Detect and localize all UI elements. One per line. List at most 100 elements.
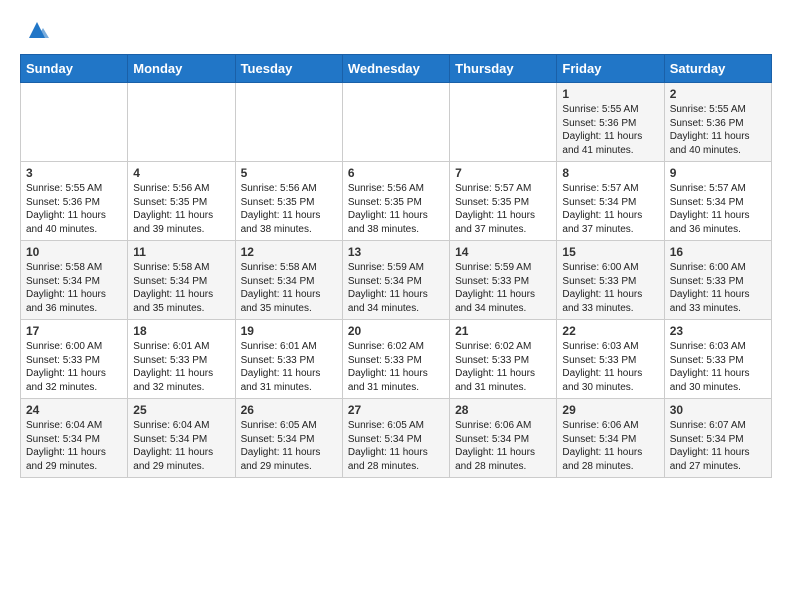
day-number: 23 <box>670 324 766 338</box>
week-row-2: 10 Sunrise: 5:58 AM Sunset: 5:34 PM Dayli… <box>21 241 772 320</box>
calendar-cell <box>450 83 557 162</box>
day-number: 15 <box>562 245 658 259</box>
day-number: 13 <box>348 245 444 259</box>
day-number: 14 <box>455 245 551 259</box>
week-row-4: 24 Sunrise: 6:04 AM Sunset: 5:34 PM Dayli… <box>21 399 772 478</box>
cell-info: Sunrise: 6:01 AM Sunset: 5:33 PM Dayligh… <box>241 340 337 394</box>
calendar-cell: 2 Sunrise: 5:55 AM Sunset: 5:36 PM Daylig… <box>664 83 771 162</box>
calendar-cell: 26 Sunrise: 6:05 AM Sunset: 5:34 PM Dayli… <box>235 399 342 478</box>
weekday-header-saturday: Saturday <box>664 55 771 83</box>
cell-info: Sunrise: 6:03 AM Sunset: 5:33 PM Dayligh… <box>670 340 766 394</box>
day-number: 17 <box>26 324 122 338</box>
cell-info: Sunrise: 6:04 AM Sunset: 5:34 PM Dayligh… <box>133 419 229 473</box>
calendar-cell: 25 Sunrise: 6:04 AM Sunset: 5:34 PM Dayli… <box>128 399 235 478</box>
cell-info: Sunrise: 5:57 AM Sunset: 5:35 PM Dayligh… <box>455 182 551 236</box>
weekday-header-row: SundayMondayTuesdayWednesdayThursdayFrid… <box>21 55 772 83</box>
cell-info: Sunrise: 5:56 AM Sunset: 5:35 PM Dayligh… <box>133 182 229 236</box>
cell-info: Sunrise: 6:02 AM Sunset: 5:33 PM Dayligh… <box>455 340 551 394</box>
weekday-header-tuesday: Tuesday <box>235 55 342 83</box>
cell-info: Sunrise: 6:00 AM Sunset: 5:33 PM Dayligh… <box>26 340 122 394</box>
weekday-header-sunday: Sunday <box>21 55 128 83</box>
day-number: 19 <box>241 324 337 338</box>
cell-info: Sunrise: 6:05 AM Sunset: 5:34 PM Dayligh… <box>241 419 337 473</box>
calendar-cell: 5 Sunrise: 5:56 AM Sunset: 5:35 PM Daylig… <box>235 162 342 241</box>
header <box>20 16 772 44</box>
cell-info: Sunrise: 5:58 AM Sunset: 5:34 PM Dayligh… <box>241 261 337 315</box>
logo <box>20 16 51 44</box>
calendar-cell: 21 Sunrise: 6:02 AM Sunset: 5:33 PM Dayli… <box>450 320 557 399</box>
week-row-0: 1 Sunrise: 5:55 AM Sunset: 5:36 PM Daylig… <box>21 83 772 162</box>
cell-info: Sunrise: 6:07 AM Sunset: 5:34 PM Dayligh… <box>670 419 766 473</box>
calendar-cell: 4 Sunrise: 5:56 AM Sunset: 5:35 PM Daylig… <box>128 162 235 241</box>
weekday-header-friday: Friday <box>557 55 664 83</box>
cell-info: Sunrise: 6:00 AM Sunset: 5:33 PM Dayligh… <box>562 261 658 315</box>
cell-info: Sunrise: 6:04 AM Sunset: 5:34 PM Dayligh… <box>26 419 122 473</box>
cell-info: Sunrise: 5:55 AM Sunset: 5:36 PM Dayligh… <box>562 103 658 157</box>
calendar-cell <box>128 83 235 162</box>
day-number: 3 <box>26 166 122 180</box>
week-row-1: 3Sunrise: 5:55 AM Sunset: 5:36 PM Daylig… <box>21 162 772 241</box>
cell-info: Sunrise: 5:58 AM Sunset: 5:34 PM Dayligh… <box>26 261 122 315</box>
day-number: 11 <box>133 245 229 259</box>
day-number: 2 <box>670 87 766 101</box>
calendar-cell: 12 Sunrise: 5:58 AM Sunset: 5:34 PM Dayli… <box>235 241 342 320</box>
calendar-cell: 23 Sunrise: 6:03 AM Sunset: 5:33 PM Dayli… <box>664 320 771 399</box>
cell-info: Sunrise: 6:05 AM Sunset: 5:34 PM Dayligh… <box>348 419 444 473</box>
weekday-header-monday: Monday <box>128 55 235 83</box>
calendar-cell: 27 Sunrise: 6:05 AM Sunset: 5:34 PM Dayli… <box>342 399 449 478</box>
day-number: 10 <box>26 245 122 259</box>
cell-info: Sunrise: 5:57 AM Sunset: 5:34 PM Dayligh… <box>670 182 766 236</box>
calendar-cell <box>235 83 342 162</box>
day-number: 27 <box>348 403 444 417</box>
calendar-cell: 18 Sunrise: 6:01 AM Sunset: 5:33 PM Dayli… <box>128 320 235 399</box>
day-number: 22 <box>562 324 658 338</box>
day-number: 7 <box>455 166 551 180</box>
cell-info: Sunrise: 5:55 AM Sunset: 5:36 PM Dayligh… <box>670 103 766 157</box>
calendar-cell: 3Sunrise: 5:55 AM Sunset: 5:36 PM Daylig… <box>21 162 128 241</box>
calendar-cell: 13 Sunrise: 5:59 AM Sunset: 5:34 PM Dayli… <box>342 241 449 320</box>
cell-info: Sunrise: 6:00 AM Sunset: 5:33 PM Dayligh… <box>670 261 766 315</box>
calendar-cell: 17 Sunrise: 6:00 AM Sunset: 5:33 PM Dayli… <box>21 320 128 399</box>
day-number: 16 <box>670 245 766 259</box>
day-number: 29 <box>562 403 658 417</box>
day-number: 26 <box>241 403 337 417</box>
day-number: 1 <box>562 87 658 101</box>
calendar-cell: 11 Sunrise: 5:58 AM Sunset: 5:34 PM Dayli… <box>128 241 235 320</box>
cell-info: Sunrise: 5:59 AM Sunset: 5:34 PM Dayligh… <box>348 261 444 315</box>
day-number: 30 <box>670 403 766 417</box>
calendar-cell: 14Sunrise: 5:59 AM Sunset: 5:33 PM Dayli… <box>450 241 557 320</box>
cell-info: Sunrise: 5:57 AM Sunset: 5:34 PM Dayligh… <box>562 182 658 236</box>
day-number: 6 <box>348 166 444 180</box>
calendar-cell: 29 Sunrise: 6:06 AM Sunset: 5:34 PM Dayli… <box>557 399 664 478</box>
day-number: 5 <box>241 166 337 180</box>
cell-info: Sunrise: 5:56 AM Sunset: 5:35 PM Dayligh… <box>241 182 337 236</box>
day-number: 9 <box>670 166 766 180</box>
calendar: SundayMondayTuesdayWednesdayThursdayFrid… <box>20 54 772 478</box>
calendar-cell: 10 Sunrise: 5:58 AM Sunset: 5:34 PM Dayli… <box>21 241 128 320</box>
calendar-cell: 9 Sunrise: 5:57 AM Sunset: 5:34 PM Daylig… <box>664 162 771 241</box>
cell-info: Sunrise: 6:01 AM Sunset: 5:33 PM Dayligh… <box>133 340 229 394</box>
cell-info: Sunrise: 5:56 AM Sunset: 5:35 PM Dayligh… <box>348 182 444 236</box>
calendar-cell: 6 Sunrise: 5:56 AM Sunset: 5:35 PM Daylig… <box>342 162 449 241</box>
calendar-cell: 20 Sunrise: 6:02 AM Sunset: 5:33 PM Dayli… <box>342 320 449 399</box>
calendar-cell: 19 Sunrise: 6:01 AM Sunset: 5:33 PM Dayli… <box>235 320 342 399</box>
day-number: 24 <box>26 403 122 417</box>
page: SundayMondayTuesdayWednesdayThursdayFrid… <box>0 0 792 488</box>
cell-info: Sunrise: 6:06 AM Sunset: 5:34 PM Dayligh… <box>562 419 658 473</box>
day-number: 18 <box>133 324 229 338</box>
weekday-header-thursday: Thursday <box>450 55 557 83</box>
day-number: 12 <box>241 245 337 259</box>
weekday-header-wednesday: Wednesday <box>342 55 449 83</box>
cell-info: Sunrise: 6:02 AM Sunset: 5:33 PM Dayligh… <box>348 340 444 394</box>
day-number: 4 <box>133 166 229 180</box>
calendar-cell <box>21 83 128 162</box>
calendar-cell <box>342 83 449 162</box>
day-number: 20 <box>348 324 444 338</box>
calendar-cell: 7 Sunrise: 5:57 AM Sunset: 5:35 PM Daylig… <box>450 162 557 241</box>
calendar-cell: 1 Sunrise: 5:55 AM Sunset: 5:36 PM Daylig… <box>557 83 664 162</box>
day-number: 21 <box>455 324 551 338</box>
cell-info: Sunrise: 5:58 AM Sunset: 5:34 PM Dayligh… <box>133 261 229 315</box>
day-number: 25 <box>133 403 229 417</box>
week-row-3: 17 Sunrise: 6:00 AM Sunset: 5:33 PM Dayli… <box>21 320 772 399</box>
calendar-cell: 8Sunrise: 5:57 AM Sunset: 5:34 PM Daylig… <box>557 162 664 241</box>
